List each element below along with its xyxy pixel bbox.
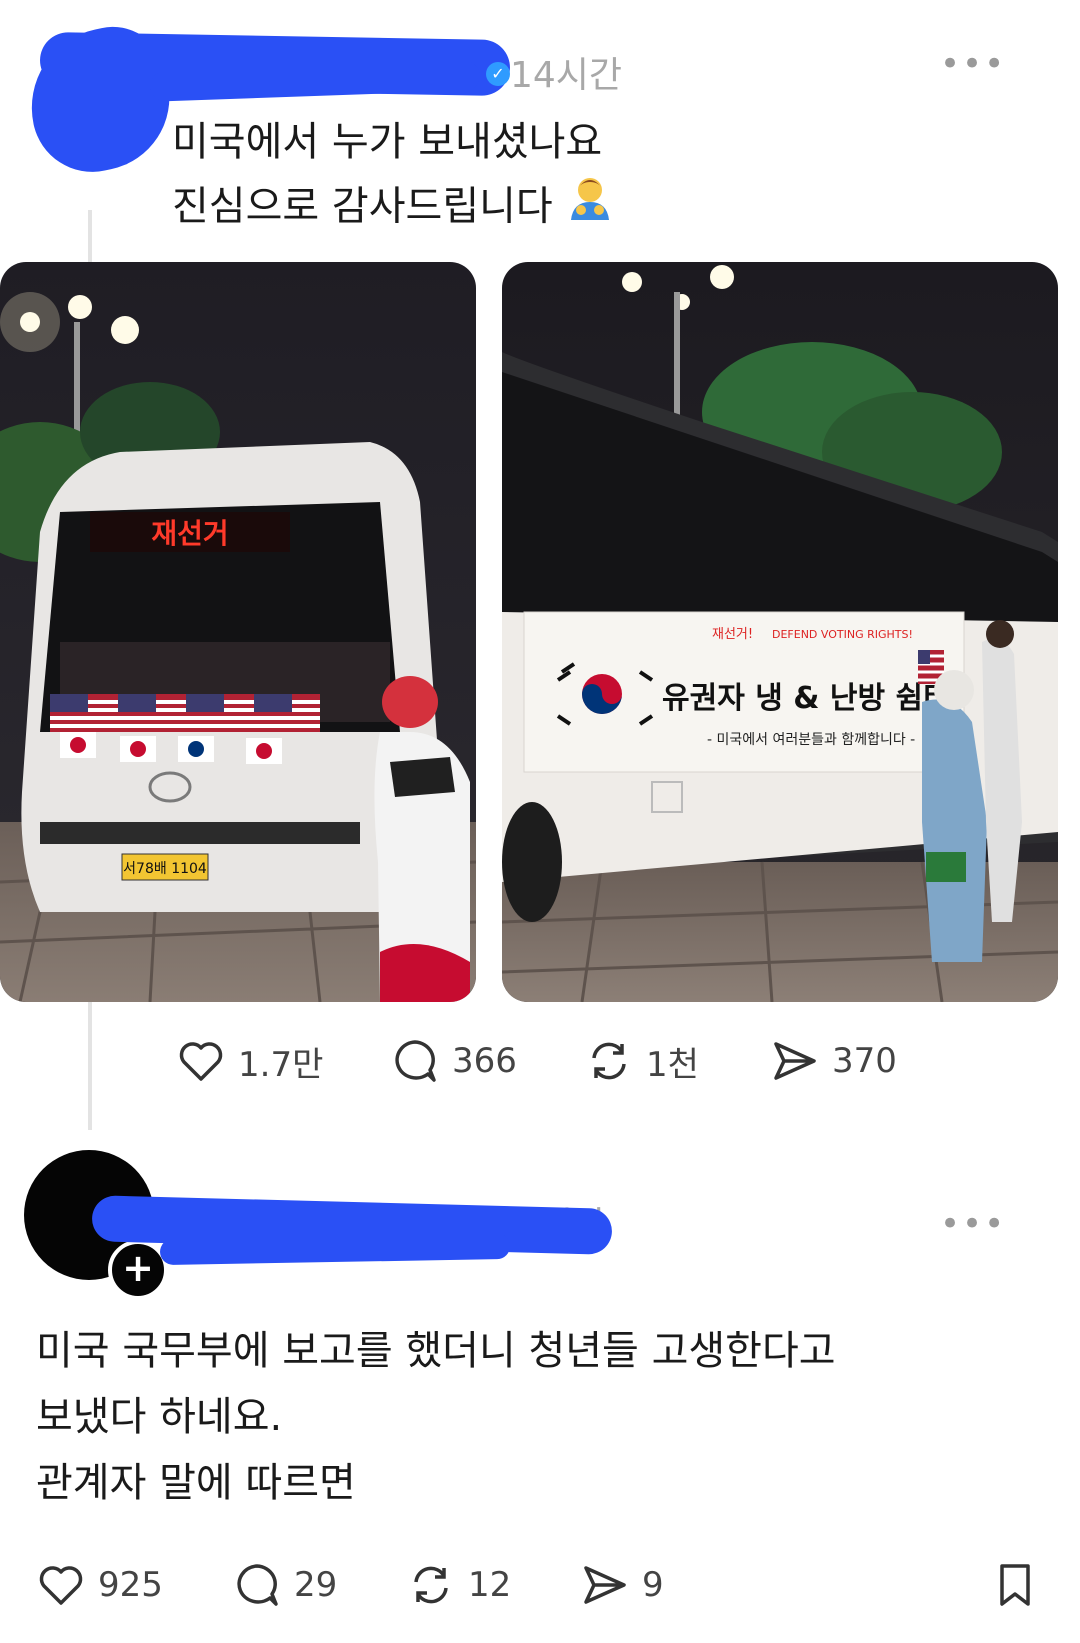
post-time: 14시간 <box>510 55 623 96</box>
verified-badge-icon: ✓ <box>486 62 510 86</box>
follow-plus-icon[interactable]: + <box>108 1240 168 1300</box>
repost-count: 1천 <box>646 1044 699 1085</box>
more-options-icon[interactable]: ••• <box>940 44 1006 84</box>
comment-action[interactable]: 29 <box>232 1560 337 1610</box>
bus-destination-sign: 재선거 <box>151 517 228 550</box>
comment-icon <box>395 1040 436 1082</box>
caption-line: 미국에서 누가 보내셨나요 <box>172 119 603 165</box>
post2-caption: 미국 국무부에 보고를 했더니 청년들 고생한다고 보냈다 하네요. 관계자 말… <box>36 1318 836 1516</box>
like-action[interactable]: 925 <box>36 1560 163 1610</box>
bookmark-action[interactable] <box>990 1560 1040 1610</box>
repost-action[interactable]: 1천 <box>584 1036 699 1086</box>
like-count: 1.7만 <box>238 1044 324 1085</box>
caption-line: 미국 국무부에 보고를 했더니 청년들 고생한다고 <box>36 1328 836 1374</box>
banner-main: 유권자 냉 & 난방 쉼터 <box>662 681 951 716</box>
send-icon <box>584 1566 626 1604</box>
share-count: 9 <box>642 1565 664 1605</box>
post1-caption: 미국에서 누가 보내셨나요 진심으로 감사드립니다 <box>172 110 615 243</box>
share-count: 370 <box>832 1041 897 1081</box>
share-action[interactable]: 9 <box>580 1560 664 1610</box>
comment-count: 29 <box>294 1565 338 1605</box>
comment-action[interactable]: 366 <box>390 1036 517 1086</box>
caption-line: 관계자 말에 따르면 <box>36 1460 356 1506</box>
bookmark-icon <box>1000 1564 1030 1606</box>
like-action[interactable]: 1.7만 <box>176 1036 323 1086</box>
repost-action[interactable]: 12 <box>406 1560 511 1610</box>
license-plate: 서78배 1104 <box>123 861 207 877</box>
us-flags <box>50 694 320 732</box>
share-action[interactable]: 370 <box>770 1036 897 1086</box>
heart-icon <box>179 1042 223 1081</box>
repost-icon <box>592 1042 626 1080</box>
photo-bus-side[interactable]: 재선거! DEFEND VOTING RIGHTS! 유권자 냉 & 난방 쉼터… <box>502 262 1058 1002</box>
like-count: 925 <box>98 1565 163 1605</box>
person-bowing-emoji-icon <box>565 174 615 243</box>
repost-count: 12 <box>468 1565 512 1605</box>
banner-top-left: 재선거! <box>712 627 753 642</box>
more-options-icon[interactable]: ••• <box>940 1204 1006 1244</box>
caption-line: 진심으로 감사드립니다 <box>172 174 615 243</box>
banner-sub: - 미국에서 여러분들과 함께합니다 - <box>707 732 915 748</box>
heart-icon <box>39 1566 83 1605</box>
caption-line: 보냈다 하네요. <box>36 1394 283 1440</box>
repost-icon <box>414 1566 448 1604</box>
comment-count: 366 <box>452 1041 517 1081</box>
comment-icon <box>237 1564 278 1606</box>
send-icon <box>774 1042 816 1080</box>
photo-bus-front[interactable]: 재선거 서78배 1104 <box>0 262 476 1002</box>
banner-top-right: DEFEND VOTING RIGHTS! <box>772 628 913 641</box>
username-redaction <box>159 1232 511 1266</box>
